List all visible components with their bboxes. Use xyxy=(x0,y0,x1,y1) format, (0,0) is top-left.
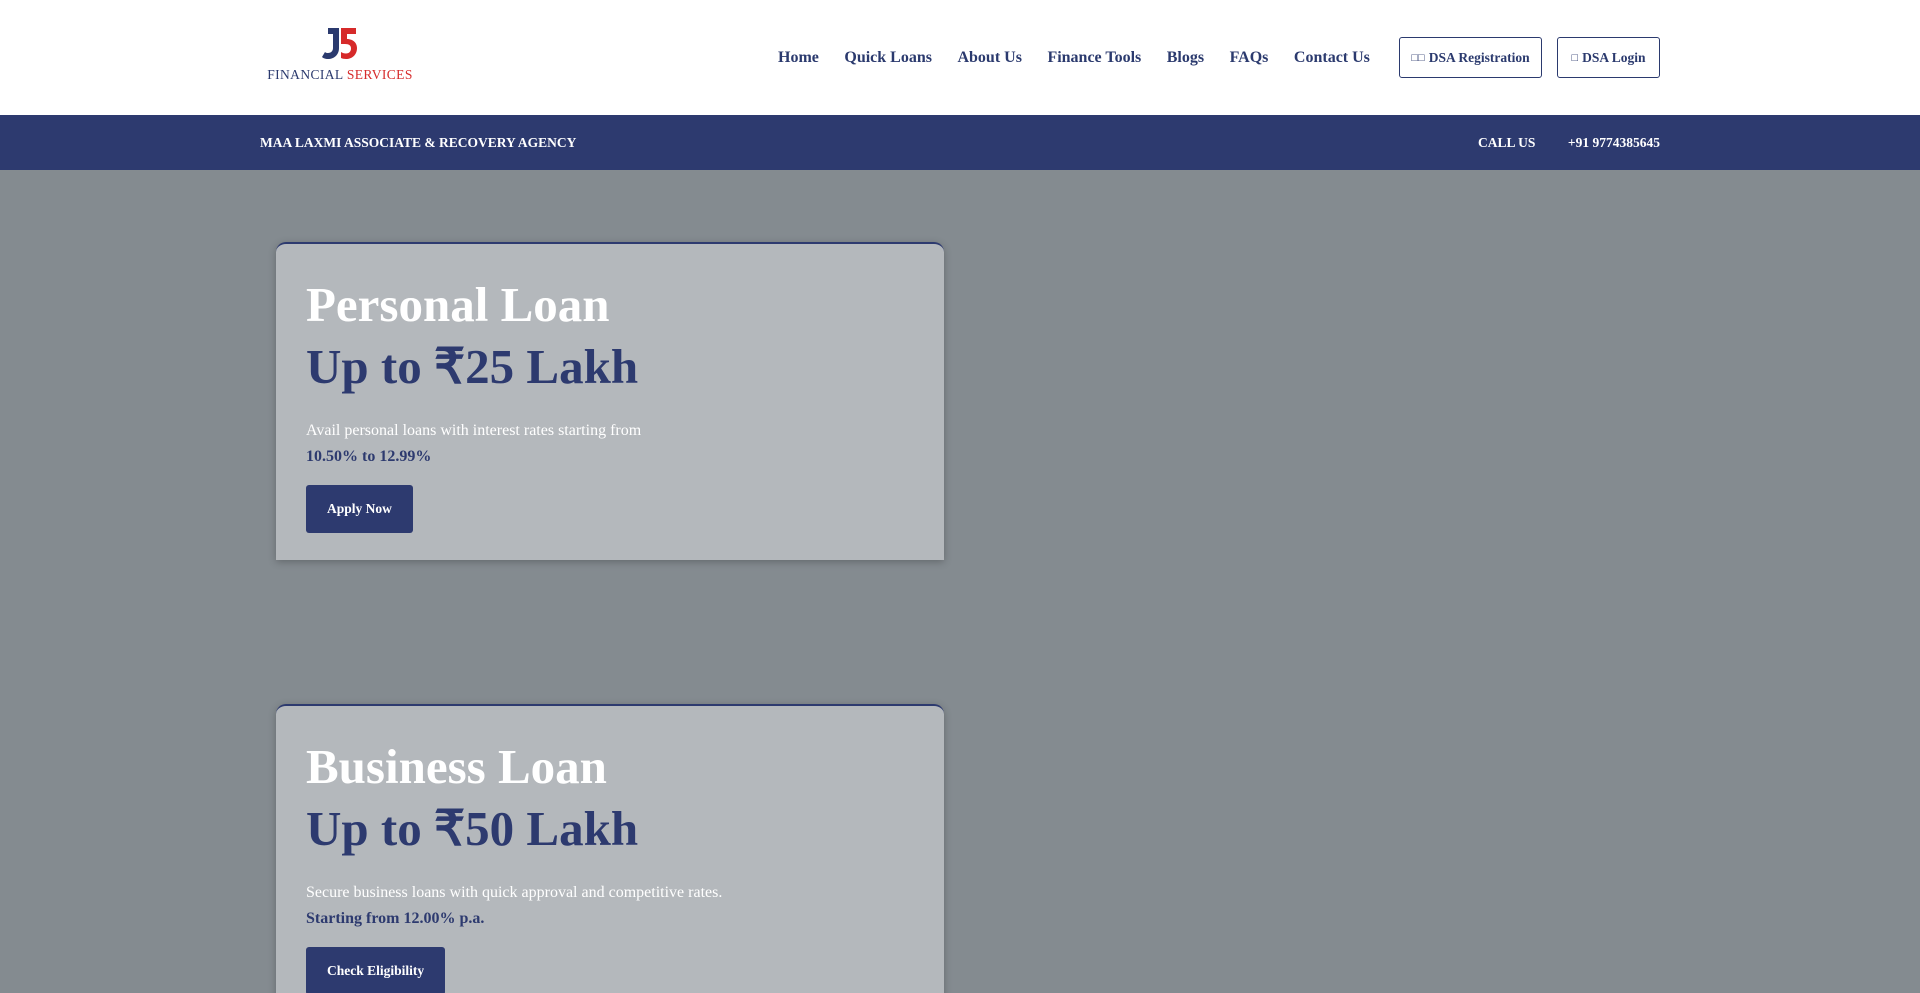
nav-blogs[interactable]: Blogs xyxy=(1167,49,1204,67)
nav-finance-tools[interactable]: Finance Tools xyxy=(1047,49,1141,67)
personal-loan-card: Personal Loan Up to ₹25 Lakh Avail perso… xyxy=(276,242,944,560)
card-description: Secure business loans with quick approva… xyxy=(306,884,723,901)
agency-name: MAA LAXMI ASSOCIATE & RECOVERY AGENCY xyxy=(260,135,577,150)
card-title: Business Loan xyxy=(306,739,607,794)
brand-logo[interactable]: FINANCIAL SERVICES xyxy=(266,24,414,86)
user-plus-icon: □□ xyxy=(1411,51,1425,64)
main-nav: Home Quick Loans About Us Finance Tools … xyxy=(778,0,1395,115)
nav-quick-loans[interactable]: Quick Loans xyxy=(844,49,932,67)
call-us-label: CALL US xyxy=(1478,135,1536,150)
nav-contact-us[interactable]: Contact Us xyxy=(1294,49,1370,67)
dsa-login-button[interactable]: □ DSA Login xyxy=(1557,37,1660,78)
card-title: Personal Loan xyxy=(306,277,610,332)
dsa-registration-button[interactable]: □□ DSA Registration xyxy=(1399,37,1542,78)
card-rate: 10.50% to 12.99% xyxy=(306,448,432,465)
check-eligibility-button[interactable]: Check Eligibility xyxy=(306,947,446,993)
nav-home[interactable]: Home xyxy=(778,49,819,67)
business-loan-card: Business Loan Up to ₹50 Lakh Secure busi… xyxy=(276,704,944,993)
card-rate: Starting from 12.00% p.a. xyxy=(306,910,485,927)
phone-link[interactable]: +91 9774385645 xyxy=(1568,115,1660,170)
logo-text: FINANCIAL SERVICES xyxy=(267,67,413,82)
top-info-bar: MAA LAXMI ASSOCIATE & RECOVERY AGENCY CA… xyxy=(0,115,1920,170)
card-amount: Up to ₹25 Lakh xyxy=(306,339,639,394)
logo-emblem-icon xyxy=(322,28,357,59)
site-header: FINANCIAL SERVICES Home Quick Loans Abou… xyxy=(0,0,1920,115)
card-amount: Up to ₹50 Lakh xyxy=(306,801,639,856)
sign-in-icon: □ xyxy=(1571,51,1579,64)
card-description: Avail personal loans with interest rates… xyxy=(306,422,642,439)
nav-about-us[interactable]: About Us xyxy=(957,49,1021,67)
apply-now-button[interactable]: Apply Now xyxy=(306,485,413,533)
nav-faqs[interactable]: FAQs xyxy=(1230,49,1269,67)
